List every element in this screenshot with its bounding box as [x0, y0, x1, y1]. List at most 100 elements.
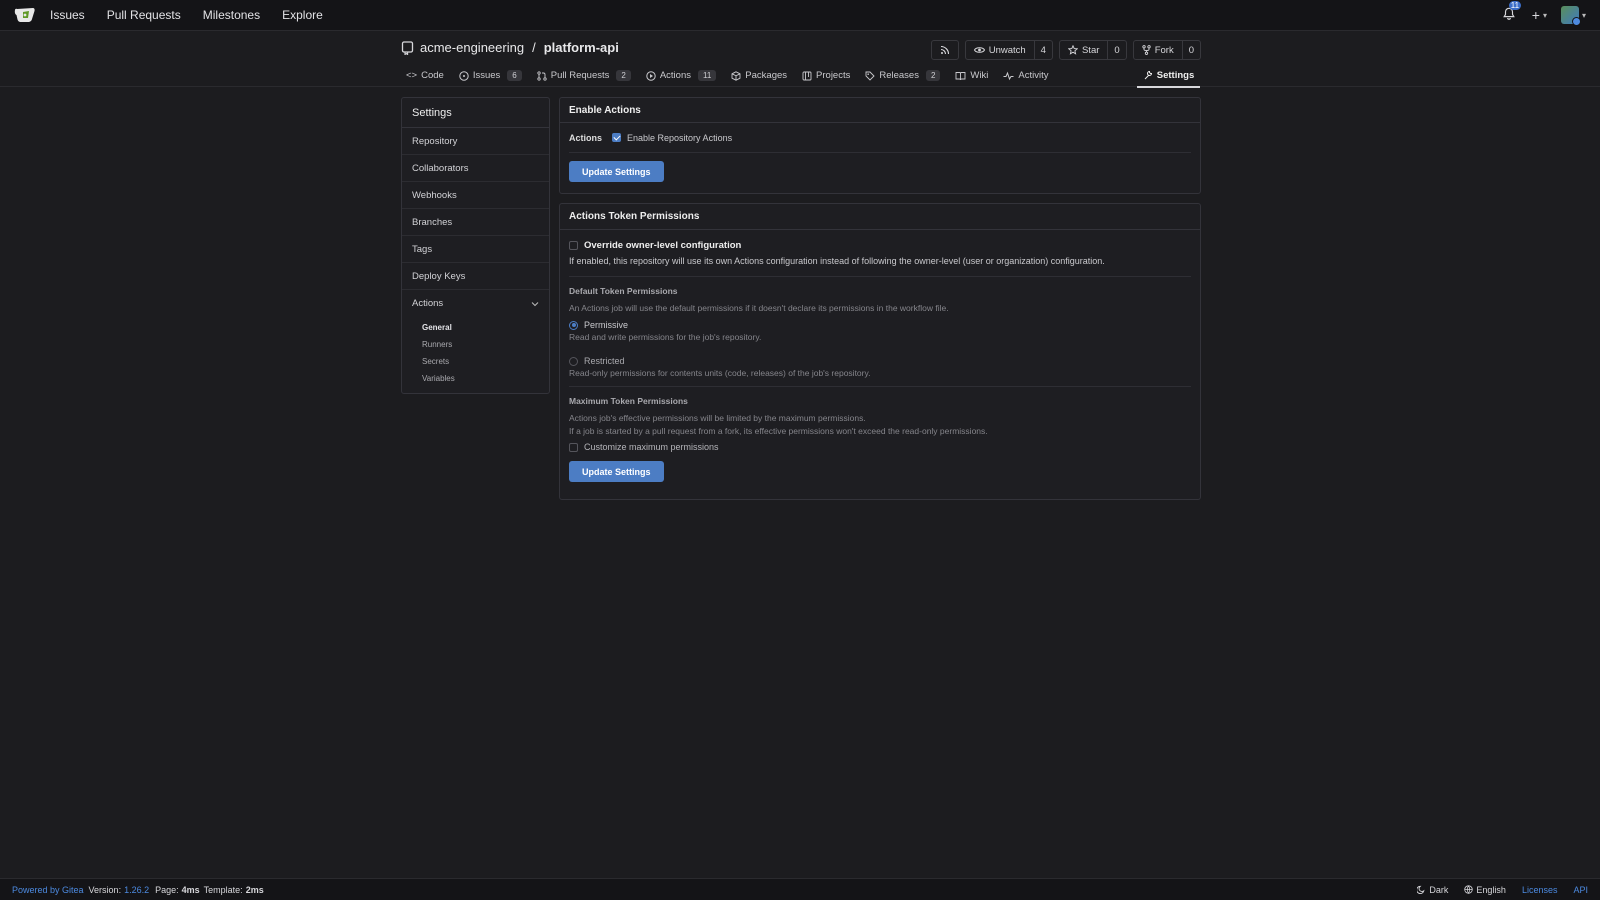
fork-label: Fork — [1154, 44, 1174, 56]
sidebar-item-tags[interactable]: Tags — [402, 236, 549, 263]
tab-pull-requests[interactable]: Pull Requests 2 — [537, 64, 631, 87]
maximum-token-permissions-help-2: If a job is started by a pull request fr… — [569, 426, 988, 436]
restricted-radio[interactable] — [569, 356, 578, 366]
token-permissions-title: Actions Token Permissions — [560, 204, 1200, 230]
enable-actions-panel: Enable Actions Actions Enable Repository… — [559, 97, 1201, 194]
fork-count[interactable]: 0 — [1181, 41, 1200, 59]
watch-count[interactable]: 4 — [1033, 41, 1052, 59]
star-count[interactable]: 0 — [1107, 41, 1125, 59]
fork-button[interactable]: Fork — [1134, 41, 1182, 59]
tab-actions[interactable]: Actions 11 — [646, 64, 717, 87]
gitea-logo-icon[interactable] — [14, 6, 36, 24]
tab-packages-label: Packages — [745, 70, 788, 81]
sidebar-item-webhooks[interactable]: Webhooks — [402, 182, 549, 209]
nav-explore[interactable]: Explore — [282, 8, 323, 22]
notifications-button[interactable]: 11 — [1502, 1, 1522, 23]
navbar-right: 11 + ▾ ▾ — [1502, 1, 1586, 26]
permissive-help: Read and write permissions for the job's… — [569, 332, 762, 342]
default-token-permissions-help: An Actions job will use the default perm… — [569, 303, 949, 313]
plus-icon: + — [1531, 7, 1540, 23]
sidebar-item-repository[interactable]: Repository — [402, 128, 549, 155]
project-icon — [802, 71, 812, 80]
maximum-token-permissions-help-1: Actions job's effective permissions will… — [569, 413, 866, 423]
tab-actions-label: Actions — [659, 70, 691, 81]
template-time-value: 2ms — [245, 884, 264, 895]
override-owner-config-label[interactable]: Override owner-level configuration — [584, 240, 741, 251]
rss-icon — [940, 45, 949, 55]
tab-packages[interactable]: Packages — [731, 64, 787, 87]
enable-repository-actions-checkbox[interactable] — [612, 133, 622, 142]
tab-activity-label: Activity — [1018, 70, 1049, 81]
eye-icon — [973, 47, 985, 53]
tab-settings[interactable]: Settings — [1137, 64, 1200, 88]
chevron-down-icon: ▾ — [1542, 10, 1547, 20]
fork-button-group: Fork 0 — [1132, 40, 1201, 60]
override-owner-config-help: If enabled, this repository will use its… — [569, 256, 1105, 266]
sidebar-item-branches[interactable]: Branches — [402, 209, 549, 236]
version-link[interactable]: 1.26.2 — [124, 885, 149, 895]
create-dropdown[interactable]: + ▾ — [1532, 7, 1547, 23]
tab-releases-label: Releases — [879, 70, 919, 81]
customize-max-permissions-checkbox[interactable] — [569, 442, 578, 452]
tab-wiki-label: Wiki — [970, 70, 989, 81]
unwatch-button[interactable]: Unwatch — [966, 41, 1034, 59]
restricted-help: Read-only permissions for contents units… — [569, 368, 871, 378]
repo-owner-link[interactable]: acme-engineering — [420, 40, 524, 55]
user-menu-dropdown[interactable]: ▾ — [1560, 6, 1586, 26]
sidebar-item-deploy-keys[interactable]: Deploy Keys — [402, 263, 549, 290]
nav-issues[interactable]: Issues — [50, 8, 85, 22]
tab-releases[interactable]: Releases 2 — [865, 64, 941, 87]
nav-pull-requests[interactable]: Pull Requests — [107, 8, 181, 22]
repo-name-link[interactable]: platform-api — [544, 40, 619, 55]
powered-by-gitea-link[interactable]: Powered by Gitea — [12, 885, 84, 895]
footer-right: Dark English Licenses API — [1417, 885, 1588, 895]
licenses-link[interactable]: Licenses — [1522, 885, 1558, 895]
sidebar-subitem-general[interactable]: General — [422, 319, 549, 336]
repo-separator: / — [532, 40, 536, 55]
sidebar-item-collaborators[interactable]: Collaborators — [402, 155, 549, 182]
sidebar-item-actions[interactable]: Actions — [402, 290, 549, 317]
tab-code[interactable]: <> Code — [406, 64, 444, 87]
issue-icon — [459, 70, 469, 81]
language-dropdown[interactable]: English — [1464, 885, 1506, 895]
tab-code-label: Code — [421, 70, 444, 81]
api-link[interactable]: API — [1573, 885, 1588, 895]
tab-issues[interactable]: Issues 6 — [459, 64, 522, 87]
sidebar-subitem-variables[interactable]: Variables — [422, 370, 549, 387]
sidebar-subitem-runners[interactable]: Runners — [422, 336, 549, 353]
moon-icon — [1417, 885, 1425, 894]
sidebar-title: Settings — [402, 98, 549, 128]
theme-dropdown[interactable]: Dark — [1417, 885, 1448, 895]
restricted-label[interactable]: Restricted — [584, 356, 625, 366]
update-settings-button[interactable]: Update Settings — [569, 461, 664, 482]
enable-repository-actions-label[interactable]: Enable Repository Actions — [627, 133, 732, 143]
page-time-label: Page: — [155, 884, 179, 895]
releases-count-badge: 2 — [925, 70, 941, 81]
issues-count-badge: 6 — [507, 70, 522, 81]
star-button-group: Star 0 — [1058, 40, 1127, 60]
tab-pull-requests-label: Pull Requests — [550, 70, 610, 81]
actions-sub-list: General Runners Secrets Variables — [402, 317, 549, 393]
language-label: English — [1476, 884, 1506, 895]
page-time-value: 4ms — [181, 884, 200, 895]
sidebar-subitem-secrets[interactable]: Secrets — [422, 353, 549, 370]
top-navbar: Issues Pull Requests Milestones Explore … — [0, 0, 1600, 31]
override-owner-config-checkbox[interactable] — [569, 241, 578, 250]
version-label: Version: — [88, 884, 122, 895]
tab-activity[interactable]: Activity — [1003, 64, 1048, 87]
customize-max-permissions-label[interactable]: Customize maximum permissions — [584, 442, 719, 452]
update-settings-button[interactable]: Update Settings — [569, 161, 664, 182]
star-button[interactable]: Star — [1060, 41, 1107, 59]
settings-sidebar: Settings Repository Collaborators Webhoo… — [401, 97, 550, 394]
rss-feed-button[interactable] — [930, 40, 959, 60]
star-label: Star — [1081, 44, 1100, 56]
play-circle-icon — [646, 70, 656, 81]
nav-milestones[interactable]: Milestones — [203, 8, 260, 22]
star-icon — [1067, 45, 1078, 55]
pulse-icon — [1003, 71, 1014, 80]
permissive-label[interactable]: Permissive — [584, 320, 628, 330]
tab-wiki[interactable]: Wiki — [955, 64, 988, 87]
globe-icon — [1464, 885, 1474, 894]
tab-projects[interactable]: Projects — [802, 64, 850, 87]
permissive-radio[interactable] — [569, 320, 578, 330]
